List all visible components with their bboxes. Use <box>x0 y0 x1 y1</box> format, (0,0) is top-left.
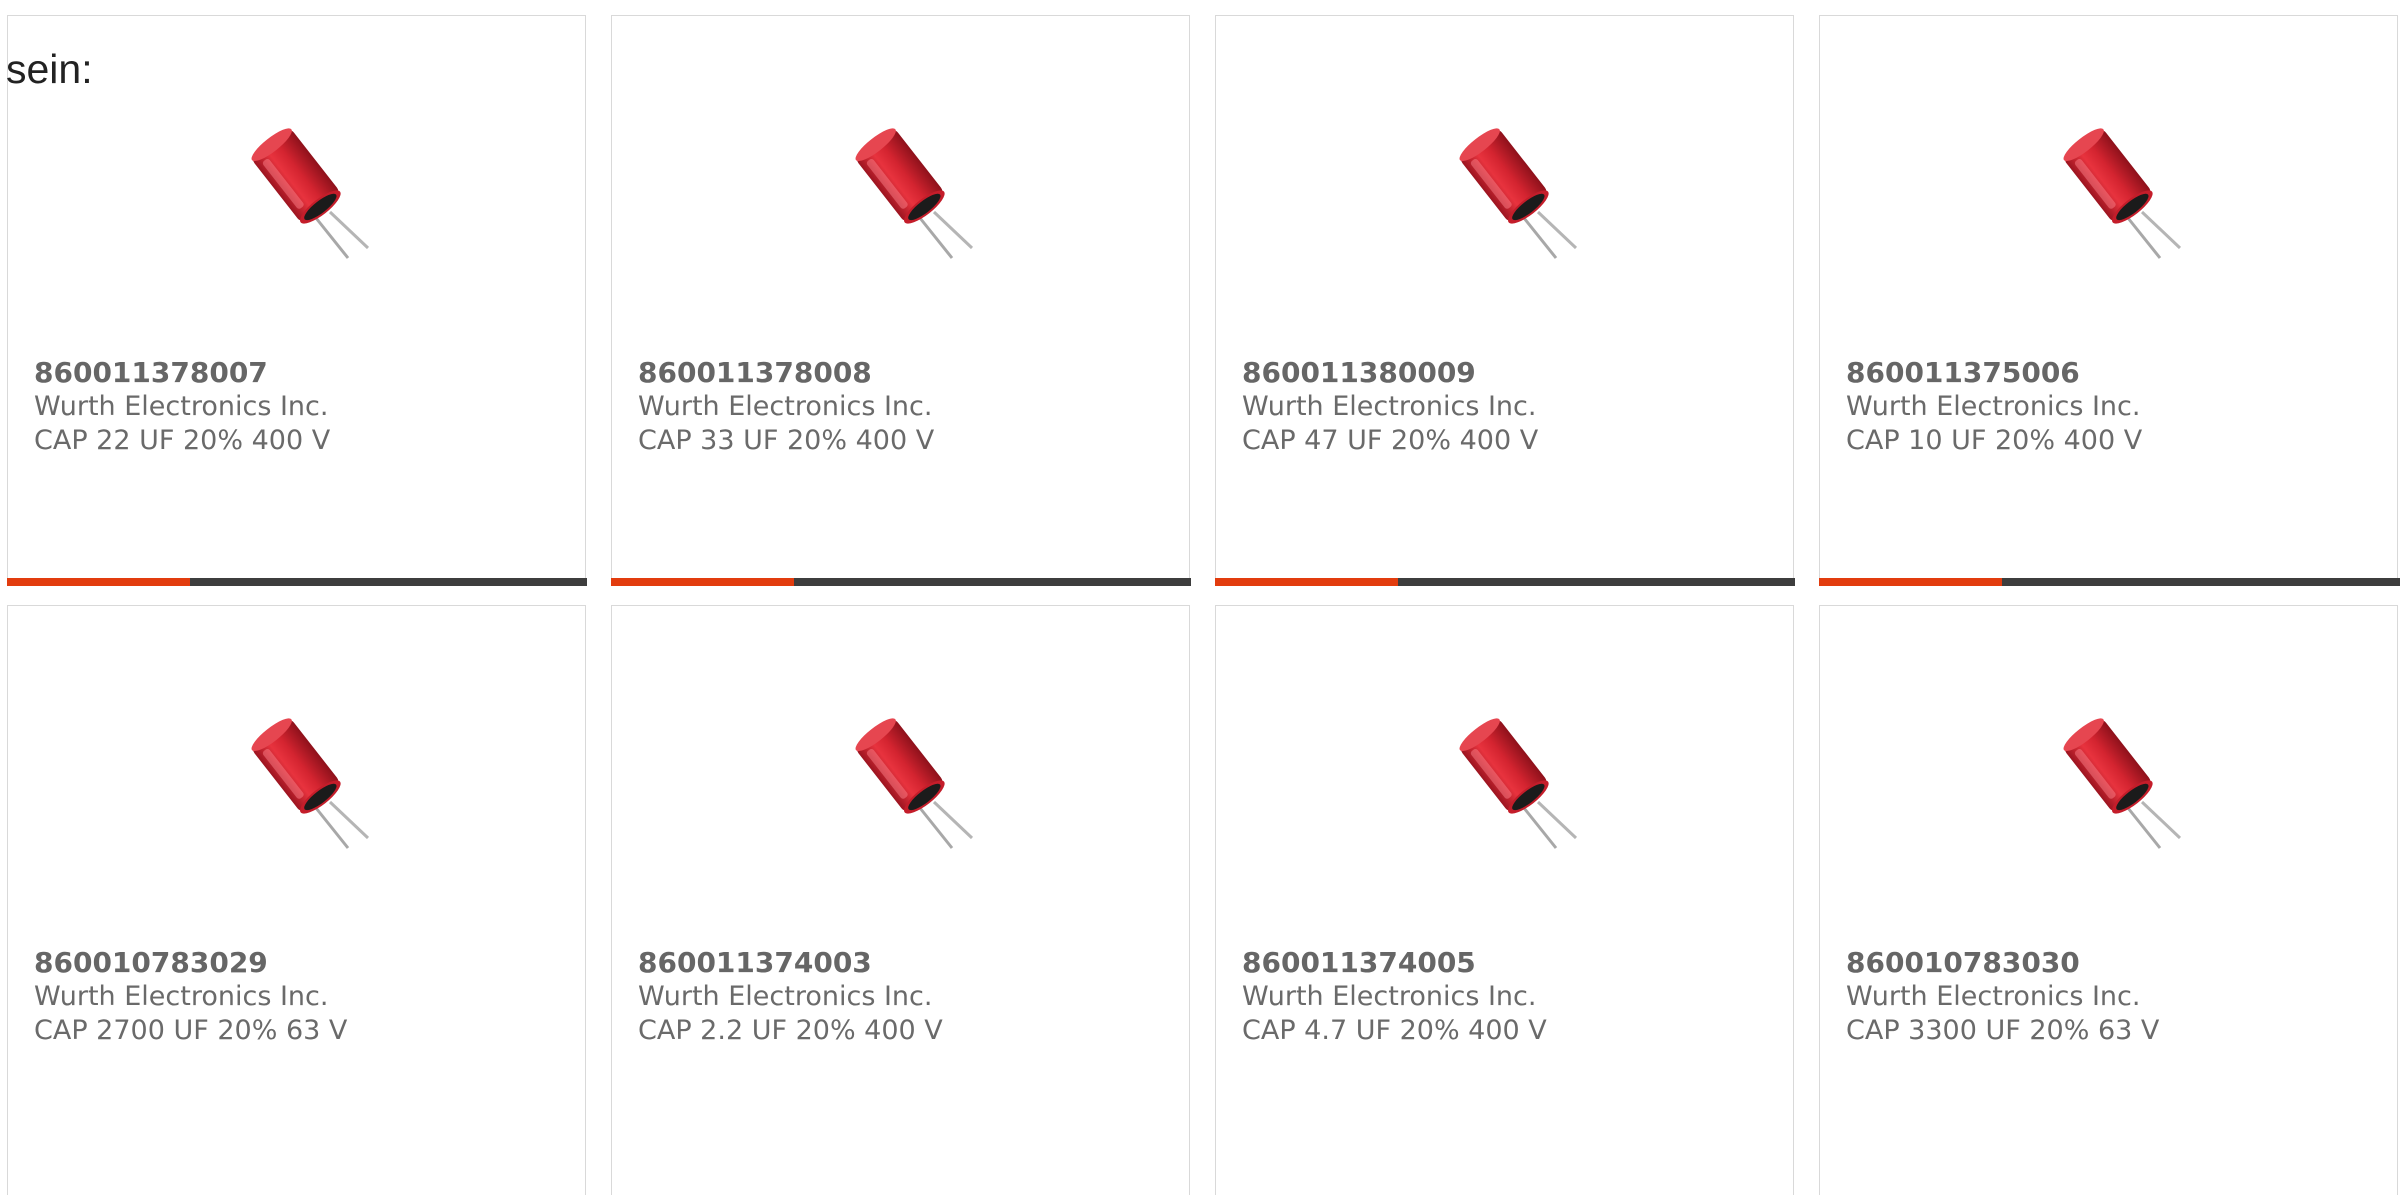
description: CAP 2700 UF 20% 63 V <box>34 1014 347 1048</box>
capacitor-image <box>1436 120 1586 270</box>
part-number[interactable]: 860010783030 <box>1846 946 2159 980</box>
capacitor-image <box>228 710 378 860</box>
product-card[interactable]: 860011378007 Wurth Electronics Inc. CAP … <box>7 15 586 585</box>
capacitor-image <box>2040 120 2190 270</box>
part-number[interactable]: 860011378008 <box>638 356 934 390</box>
card-bottom-bar <box>1215 578 1795 586</box>
description: CAP 33 UF 20% 400 V <box>638 424 934 458</box>
intro-text: sein: <box>6 44 93 94</box>
card-accent-bar <box>611 578 794 586</box>
part-number[interactable]: 860011380009 <box>1242 356 1538 390</box>
capacitor-image <box>228 120 378 270</box>
product-card[interactable]: 860010783030 Wurth Electronics Inc. CAP … <box>1819 605 2398 1195</box>
product-card[interactable]: 860011374005 Wurth Electronics Inc. CAP … <box>1215 605 1794 1195</box>
part-number[interactable]: 860011374005 <box>1242 946 1547 980</box>
part-number[interactable]: 860011378007 <box>34 356 330 390</box>
manufacturer: Wurth Electronics Inc. <box>1242 390 1538 424</box>
manufacturer: Wurth Electronics Inc. <box>638 390 934 424</box>
product-card[interactable]: 860010783029 Wurth Electronics Inc. CAP … <box>7 605 586 1195</box>
part-number[interactable]: 860011374003 <box>638 946 943 980</box>
capacitor-image <box>832 120 982 270</box>
manufacturer: Wurth Electronics Inc. <box>638 980 943 1014</box>
card-accent-bar <box>1819 578 2002 586</box>
card-accent-bar <box>1215 578 1398 586</box>
manufacturer: Wurth Electronics Inc. <box>34 980 347 1014</box>
description: CAP 10 UF 20% 400 V <box>1846 424 2142 458</box>
card-accent-bar <box>7 578 190 586</box>
description: CAP 22 UF 20% 400 V <box>34 424 330 458</box>
product-card[interactable]: 860011380009 Wurth Electronics Inc. CAP … <box>1215 15 1794 585</box>
capacitor-image <box>832 710 982 860</box>
description: CAP 47 UF 20% 400 V <box>1242 424 1538 458</box>
capacitor-image <box>1436 710 1586 860</box>
manufacturer: Wurth Electronics Inc. <box>1846 390 2142 424</box>
part-number[interactable]: 860010783029 <box>34 946 347 980</box>
manufacturer: Wurth Electronics Inc. <box>34 390 330 424</box>
manufacturer: Wurth Electronics Inc. <box>1242 980 1547 1014</box>
manufacturer: Wurth Electronics Inc. <box>1846 980 2159 1014</box>
description: CAP 2.2 UF 20% 400 V <box>638 1014 943 1048</box>
description: CAP 4.7 UF 20% 400 V <box>1242 1014 1547 1048</box>
description: CAP 3300 UF 20% 63 V <box>1846 1014 2159 1048</box>
product-card[interactable]: 860011374003 Wurth Electronics Inc. CAP … <box>611 605 1190 1195</box>
card-bottom-bar <box>1819 578 2400 586</box>
product-card[interactable]: 860011375006 Wurth Electronics Inc. CAP … <box>1819 15 2398 585</box>
card-bottom-bar <box>7 578 587 586</box>
part-number[interactable]: 860011375006 <box>1846 356 2142 390</box>
product-grid: 860011378007 Wurth Electronics Inc. CAP … <box>0 0 2400 1167</box>
card-bottom-bar <box>611 578 1191 586</box>
product-card[interactable]: 860011378008 Wurth Electronics Inc. CAP … <box>611 15 1190 585</box>
capacitor-image <box>2040 710 2190 860</box>
